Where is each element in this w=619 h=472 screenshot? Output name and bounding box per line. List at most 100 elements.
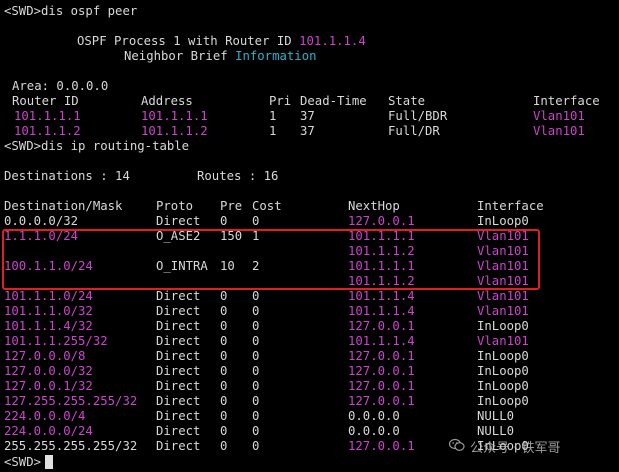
- cell-proto: Direct: [156, 424, 201, 438]
- cell-proto: Direct: [156, 379, 201, 393]
- cell-proto: Direct: [156, 334, 201, 348]
- command-prompt[interactable]: <SWD>: [4, 455, 41, 470]
- cell-proto: Direct: [156, 364, 201, 378]
- cell-destination: 127.0.0.0/32: [4, 364, 93, 378]
- command-dis-ospf-peer: <SWD>dis ospf peer: [4, 4, 138, 18]
- cell-pre: 0: [220, 334, 228, 348]
- cell-pre: 0: [220, 364, 228, 378]
- col-dead-time: Dead-Time: [300, 94, 367, 108]
- cell-interface: InLoop0: [477, 349, 529, 363]
- cell-cost: 0: [252, 334, 260, 348]
- peer-router-id: 101.1.1.2: [14, 124, 81, 138]
- cell-destination: 255.255.255.255/32: [4, 439, 138, 453]
- cell-proto: Direct: [156, 214, 201, 228]
- cell-nexthop: 127.0.0.1: [348, 364, 415, 378]
- cell-interface: InLoop0: [477, 364, 529, 378]
- cell-nexthop: 0.0.0.0: [348, 409, 400, 423]
- peer-dead-time: 37: [300, 124, 315, 138]
- col-interface: Interface: [477, 199, 544, 213]
- cell-destination: 101.1.1.0/24: [4, 289, 93, 303]
- cell-cost: 0: [252, 319, 260, 333]
- cell-nexthop: 101.1.1.4: [348, 334, 415, 348]
- cell-proto: Direct: [156, 409, 201, 423]
- peer-router-id: 101.1.1.1: [14, 109, 81, 123]
- peer-address: 101.1.1.2: [141, 124, 208, 138]
- col-destination-mask: Destination/Mask: [4, 199, 123, 213]
- col-router-id: Router ID: [12, 94, 79, 108]
- cell-pre: 0: [220, 424, 228, 438]
- watermark: 公众号 · 铁军哥: [448, 437, 561, 456]
- ospf-process-line: OSPF Process 1 with Router ID 101.1.1.4: [77, 34, 366, 49]
- col-address: Address: [141, 94, 193, 108]
- cell-nexthop: 127.0.0.1: [348, 349, 415, 363]
- ospf-router-id: 101.1.1.4: [299, 34, 366, 48]
- cell-destination: 0.0.0.0/32: [4, 214, 79, 228]
- cell-pre: 0: [220, 379, 228, 393]
- cell-nexthop: 101.1.1.4: [348, 304, 415, 318]
- col-interface: Interface: [533, 94, 600, 108]
- cell-pre: 0: [220, 439, 228, 453]
- cell-cost: 0: [252, 394, 260, 408]
- cell-cost: 0: [252, 304, 260, 318]
- cell-proto: Direct: [156, 289, 201, 303]
- ospf-process-prefix: OSPF Process 1 with Router ID: [77, 34, 300, 48]
- peer-interface: Vlan101: [533, 109, 585, 123]
- cell-cost: 0: [252, 289, 260, 303]
- cell-destination: 127.0.0.0/8: [4, 349, 86, 363]
- routes-count: Routes : 16: [197, 169, 279, 183]
- cell-pre: 0: [220, 304, 228, 318]
- cell-destination: 101.1.1.4/32: [4, 319, 93, 333]
- cell-proto: Direct: [156, 319, 201, 333]
- cell-cost: 0: [252, 214, 260, 228]
- cell-destination: 224.0.0.0/4: [4, 409, 86, 423]
- cell-nexthop: 127.0.0.1: [348, 394, 415, 408]
- cell-destination: 224.0.0.0/24: [4, 424, 93, 438]
- cell-interface: InLoop0: [477, 214, 529, 228]
- cell-destination: 127.255.255.255/32: [4, 394, 138, 408]
- cell-nexthop: 127.0.0.1: [348, 214, 415, 228]
- cell-interface: Vlan101: [477, 289, 529, 303]
- cell-cost: 0: [252, 349, 260, 363]
- text-cursor: [45, 455, 53, 469]
- cell-cost: 0: [252, 409, 260, 423]
- col-pri: Pri: [269, 94, 292, 108]
- peer-dead-time: 37: [300, 109, 315, 123]
- cell-proto: Direct: [156, 349, 201, 363]
- cell-pre: 0: [220, 319, 228, 333]
- cell-nexthop: 127.0.0.1: [348, 319, 415, 333]
- cell-cost: 0: [252, 424, 260, 438]
- peer-pri: 1: [269, 109, 277, 123]
- col-pre: Pre: [220, 199, 243, 213]
- cell-pre: 0: [220, 394, 228, 408]
- peer-state: Full/DR: [388, 124, 440, 138]
- cell-pre: 0: [220, 409, 228, 423]
- neighbor-brief-prefix: Neighbor Brief: [124, 49, 236, 63]
- ospf-area: Area: 0.0.0.0: [12, 79, 109, 93]
- cell-pre: 0: [220, 214, 228, 228]
- cell-interface: InLoop0: [477, 379, 529, 393]
- cell-nexthop: 127.0.0.1: [348, 439, 415, 453]
- peer-state: Full/BDR: [388, 109, 448, 123]
- wechat-icon: [448, 438, 466, 456]
- cell-pre: 0: [220, 349, 228, 363]
- cell-cost: 0: [252, 379, 260, 393]
- cell-nexthop: 0.0.0.0: [348, 424, 400, 438]
- neighbor-brief-line: Neighbor Brief Information: [124, 49, 317, 64]
- peer-pri: 1: [269, 124, 277, 138]
- cell-proto: Direct: [156, 304, 201, 318]
- cell-destination: 127.0.0.1/32: [4, 379, 93, 393]
- destinations-count: Destinations : 14: [4, 169, 130, 183]
- cell-pre: 0: [220, 289, 228, 303]
- cell-interface: Vlan101: [477, 304, 529, 318]
- peer-address: 101.1.1.1: [141, 109, 208, 123]
- cell-proto: Direct: [156, 439, 201, 453]
- neighbor-brief-info: Information: [235, 49, 317, 63]
- cell-interface: NULL0: [477, 409, 515, 423]
- cell-destination: 101.1.1.0/32: [4, 304, 93, 318]
- cell-nexthop: 101.1.1.4: [348, 289, 415, 303]
- cell-cost: 0: [252, 364, 260, 378]
- cell-interface: Vlan101: [477, 334, 529, 348]
- col-proto: Proto: [156, 199, 194, 213]
- command-dis-ip-routing-table: <SWD>dis ip routing-table: [4, 139, 190, 153]
- col-nexthop: NextHop: [348, 199, 400, 213]
